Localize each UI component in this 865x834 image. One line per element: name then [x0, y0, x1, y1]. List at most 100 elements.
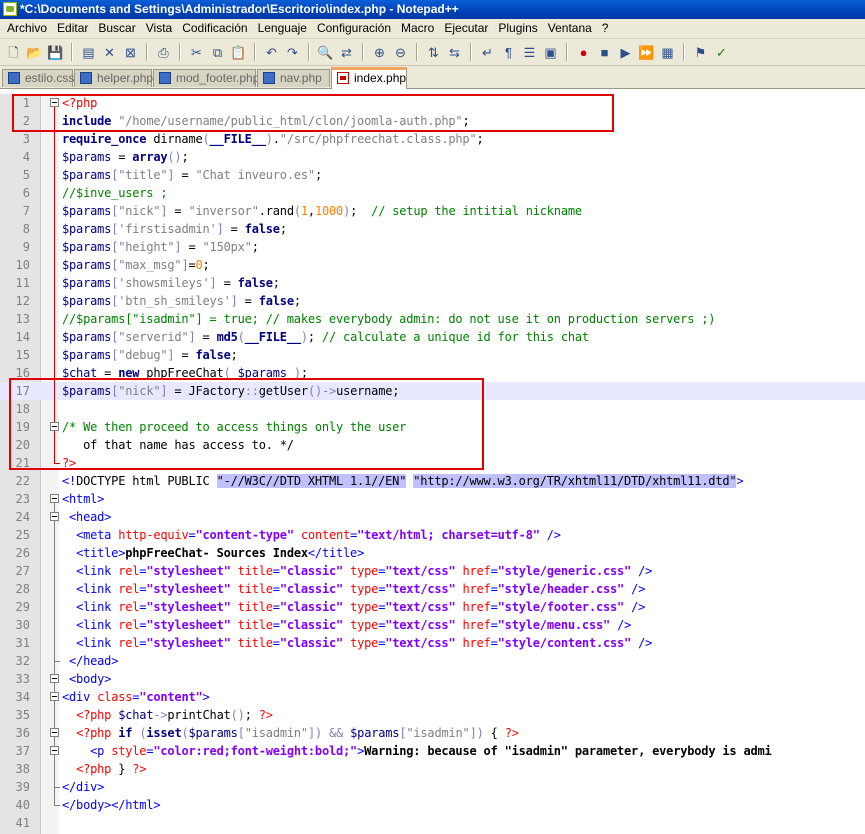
code-line[interactable]: 1 <?php [0, 94, 865, 112]
code-line[interactable]: 41 [0, 814, 865, 832]
menu-item-vista[interactable]: Vista [141, 19, 177, 38]
paste-icon[interactable]: 📋 [229, 43, 248, 62]
code-line[interactable]: 11 $params['showsmileys'] = false; [0, 274, 865, 292]
zoom-in-icon[interactable]: ⊕ [370, 43, 389, 62]
code-line[interactable]: 23 <html> [0, 490, 865, 508]
open-file-icon[interactable]: 📂 [25, 43, 44, 62]
menu-item-configuraci-n[interactable]: Configuración [312, 19, 396, 38]
code-line[interactable]: 10 $params["max_msg"]=0; [0, 256, 865, 274]
copy-icon[interactable]: ⧉ [208, 43, 227, 62]
menu-item-archivo[interactable]: Archivo [2, 19, 52, 38]
run-macro-multiple-icon[interactable]: ⏩ [637, 43, 656, 62]
code-line[interactable]: 5 $params["title"] = "Chat inveuro.es"; [0, 166, 865, 184]
fold-toggle-icon[interactable] [50, 692, 59, 701]
line-number: 39 [15, 780, 30, 794]
menu-item-macro[interactable]: Macro [396, 19, 439, 38]
toolbar-separator [362, 43, 364, 61]
code-line[interactable]: 25 <meta http-equiv="content-type" conte… [0, 526, 865, 544]
menu-item-ejecutar[interactable]: Ejecutar [439, 19, 493, 38]
sync-v-icon[interactable]: ⇅ [424, 43, 443, 62]
launch-icon[interactable]: ⚑ [691, 43, 710, 62]
code-line[interactable]: 16 $chat = new phpFreeChat( $params ); [0, 364, 865, 382]
code-line[interactable]: 6 //$inve_users ; [0, 184, 865, 202]
code-line[interactable]: 31 <link rel="stylesheet" title="classic… [0, 634, 865, 652]
code-text: of that name has access to. */ [62, 438, 294, 452]
menu-item-ventana[interactable]: Ventana [543, 19, 597, 38]
tab-nav-php[interactable]: nav.php [257, 69, 330, 87]
menu-item-plugins[interactable]: Plugins [493, 19, 542, 38]
new-file-icon[interactable]: 🗋 [4, 43, 23, 62]
code-line[interactable]: 12 $params['btn_sh_smileys'] = false; [0, 292, 865, 310]
code-line[interactable]: 26 <title>phpFreeChat- Sources Index</ti… [0, 544, 865, 562]
save-all-icon[interactable]: ▤ [79, 43, 98, 62]
code-line[interactable]: 20 of that name has access to. */ [0, 436, 865, 454]
zoom-out-icon[interactable]: ⊖ [391, 43, 410, 62]
code-line[interactable]: 27 <link rel="stylesheet" title="classic… [0, 562, 865, 580]
menu-item-codificaci-n[interactable]: Codificación [177, 19, 252, 38]
code-line[interactable]: 4 $params = array(); [0, 148, 865, 166]
fold-toggle-icon[interactable] [50, 746, 59, 755]
tab-estilo-css[interactable]: estilo.css [2, 69, 74, 87]
close-all-icon[interactable]: ⊠ [121, 43, 140, 62]
code-line[interactable]: 37 <p style="color:red;font-weight:bold;… [0, 742, 865, 760]
menu-item-buscar[interactable]: Buscar [93, 19, 140, 38]
spellcheck-icon[interactable]: ✓ [712, 43, 731, 62]
code-line[interactable]: 35 <?php $chat->printChat(); ?> [0, 706, 865, 724]
tab-mod-footer-php[interactable]: mod_footer.php [153, 69, 259, 87]
menu-item-help[interactable]: ? [597, 19, 614, 38]
record-macro-icon[interactable]: ● [574, 43, 593, 62]
save-icon[interactable]: 💾 [46, 43, 65, 62]
redo-icon[interactable]: ↷ [283, 43, 302, 62]
fold-toggle-icon[interactable] [50, 728, 59, 737]
code-line[interactable]: 2 include "/home/username/public_html/clo… [0, 112, 865, 130]
code-line[interactable]: 21 ?> [0, 454, 865, 472]
tab-helper-php[interactable]: helper.php [74, 69, 153, 87]
code-line[interactable]: 9 $params["height"] = "150px"; [0, 238, 865, 256]
sync-h-icon[interactable]: ⇆ [445, 43, 464, 62]
menu-item-editar[interactable]: Editar [52, 19, 93, 38]
fold-toggle-icon[interactable] [50, 674, 59, 683]
code-line[interactable]: 22 <!DOCTYPE html PUBLIC "-//W3C//DTD XHT… [0, 472, 865, 490]
code-editor[interactable]: 1 <?php 2 include "/home/username/public_ht… [0, 94, 865, 834]
fold-toggle-icon[interactable] [50, 494, 59, 503]
fold-toggle-icon[interactable] [50, 422, 59, 431]
code-line[interactable]: 33 <body> [0, 670, 865, 688]
find-icon[interactable]: 🔍 [316, 43, 335, 62]
code-line[interactable]: 3 require_once dirname(__FILE__)."/src/ph… [0, 130, 865, 148]
save-macro-icon[interactable]: ▦ [658, 43, 677, 62]
code-line[interactable]: 15 $params["debug"] = false; [0, 346, 865, 364]
fold-toggle-icon[interactable] [50, 98, 59, 107]
code-line[interactable]: 28 <link rel="stylesheet" title="classic… [0, 580, 865, 598]
stop-macro-icon[interactable]: ■ [595, 43, 614, 62]
code-line[interactable]: 19 /* We then proceed to access things on… [0, 418, 865, 436]
code-line[interactable]: 7 $params["nick"] = "inversor".rand(1,100… [0, 202, 865, 220]
code-line[interactable]: 13 //$params["isadmin"] = true; // makes … [0, 310, 865, 328]
code-line[interactable]: 34 <div class="content"> [0, 688, 865, 706]
fold-icon[interactable]: ▣ [541, 43, 560, 62]
undo-icon[interactable]: ↶ [262, 43, 281, 62]
cut-icon[interactable]: ✂ [187, 43, 206, 62]
play-macro-icon[interactable]: ▶ [616, 43, 635, 62]
fold-toggle-icon[interactable] [50, 512, 59, 521]
code-line[interactable]: 30 <link rel="stylesheet" title="classic… [0, 616, 865, 634]
indent-guide-icon[interactable]: ☰ [520, 43, 539, 62]
code-line[interactable]: 8 $params['firstisadmin'] = false; [0, 220, 865, 238]
code-line[interactable]: 17 $params["nick"] = JFactory::getUser()-… [0, 382, 865, 400]
tab-index-php[interactable]: index.php [331, 67, 407, 89]
code-line[interactable]: 32 </head> [0, 652, 865, 670]
close-icon[interactable]: ✕ [100, 43, 119, 62]
menu-item-lenguaje[interactable]: Lenguaje [253, 19, 312, 38]
code-line[interactable]: 14 $params["serverid"] = md5(__FILE__); /… [0, 328, 865, 346]
code-line[interactable]: 39 </div> [0, 778, 865, 796]
all-chars-icon[interactable]: ¶ [499, 43, 518, 62]
code-line[interactable]: 38 <?php } ?> [0, 760, 865, 778]
print-icon[interactable]: ⎙ [154, 43, 173, 62]
wrap-icon[interactable]: ↵ [478, 43, 497, 62]
code-line[interactable]: 29 <link rel="stylesheet" title="classic… [0, 598, 865, 616]
code-line[interactable]: 18 [0, 400, 865, 418]
line-number: 34 [15, 690, 30, 704]
code-line[interactable]: 24 <head> [0, 508, 865, 526]
code-line[interactable]: 40 </body></html> [0, 796, 865, 814]
code-line[interactable]: 36 <?php if (isset($params["isadmin"]) &… [0, 724, 865, 742]
replace-icon[interactable]: ⇄ [337, 43, 356, 62]
